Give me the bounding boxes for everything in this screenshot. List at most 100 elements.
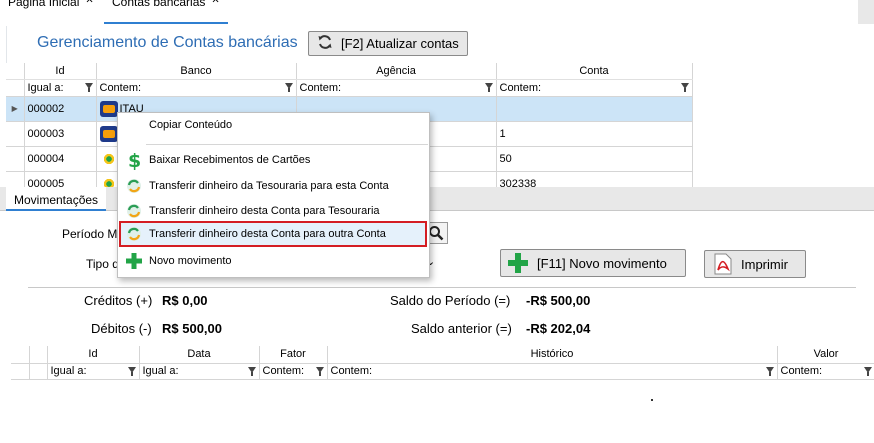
plus-icon [508,253,528,273]
row-indicator-filter [11,363,30,380]
menu-item-label: Baixar Recebimentos de Cartões [149,154,311,166]
page-title: Gerenciamento de Contas bancárias [37,34,298,51]
tab-pagina-inicial[interactable]: Página Inicial ✕ [0,0,98,24]
filter-cell-historico[interactable]: Contem: [327,363,778,380]
filter-cell-fator[interactable]: Contem: [259,363,328,380]
saldo-periodo-label: Saldo do Período (=) [390,293,511,308]
close-icon[interactable]: ✕ [211,0,219,6]
row-indicator-header [6,63,25,80]
column-header-banco[interactable]: Banco [96,63,297,80]
menu-item-novo-movimento[interactable]: Novo movimento [120,249,429,273]
filter-icon[interactable] [863,366,872,376]
filter-icon[interactable] [127,366,136,376]
filter-icon[interactable] [680,82,689,92]
cell-conta[interactable]: 50 [496,146,693,172]
dollar-icon: $ [125,150,143,170]
divider [28,287,856,288]
filter-icon[interactable] [84,82,93,92]
filter-icon[interactable] [484,82,493,92]
row-pointer-icon: ▶ [6,96,25,122]
transfer-icon [125,202,143,220]
column-header-fator[interactable]: Fator [259,346,328,364]
column-header-conta[interactable]: Conta [496,63,693,80]
row-indicator [6,146,25,172]
saldo-anterior-value: -R$ 202,04 [526,321,591,336]
menu-item-baixar-recebimentos[interactable]: $ Baixar Recebimentos de Cartões [120,148,429,172]
filter-icon[interactable] [284,82,293,92]
print-button[interactable]: Imprimir [704,250,806,278]
tab-label: Página Inicial [8,0,80,9]
filter-label: Contem: [99,81,142,94]
close-icon[interactable]: ✕ [85,0,93,6]
filter-cell-conta[interactable]: Contem: [496,79,693,97]
filter-label: Contem: [262,365,305,377]
filter-icon[interactable] [765,366,774,376]
menu-item-transferir-tesouraria-para-conta[interactable]: Transferir dinheiro da Tesouraria para e… [120,174,429,198]
column-header-id[interactable]: Id [24,63,97,80]
filter-icon[interactable] [247,366,256,376]
menu-item-label: Novo movimento [149,255,232,267]
filter-icon[interactable] [315,366,324,376]
saldo-periodo-value: -R$ 500,00 [526,293,591,308]
tipo-label: Tipo d [86,257,119,271]
column-header-valor[interactable]: Valor [777,346,874,364]
menu-item-label: Transferir dinheiro da Tesouraria para e… [149,180,389,192]
debitos-value: R$ 500,00 [162,321,222,336]
filter-label: Igual a: [50,365,87,377]
filter-label: Igual a: [27,81,64,94]
expand-filter [29,363,48,380]
filter-cell-valor[interactable]: Contem: [777,363,874,380]
column-header-data[interactable]: Data [139,346,260,364]
cell-conta[interactable]: 1 [496,121,693,147]
tab-label: Contas bancárias [112,0,206,9]
filter-label: Contem: [330,365,373,377]
filter-label: Contem: [499,81,542,94]
bank-logo-icon [99,100,118,117]
column-header-agencia[interactable]: Agência [296,63,497,80]
filter-cell-id[interactable]: Igual a: [24,79,97,97]
menu-item-copiar-conteudo[interactable]: Copiar Conteúdo [120,113,429,137]
menu-item-label: Copiar Conteúdo [149,119,233,131]
plus-icon [125,252,143,270]
filter-cell-agencia[interactable]: Contem: [296,79,497,97]
menu-separator [146,144,428,145]
stray-dot [651,399,653,401]
row-indicator [6,121,25,147]
context-menu: Copiar Conteúdo $ Baixar Recebimentos de… [117,112,430,278]
filter-label: Igual a: [142,365,179,377]
filter-cell-banco[interactable]: Contem: [96,79,297,97]
filter-cell-data[interactable]: Igual a: [139,363,260,380]
menu-item-transferir-conta-para-tesouraria[interactable]: Transferir dinheiro desta Conta para Tes… [120,199,429,223]
menu-item-label: Transferir dinheiro desta Conta para Tes… [149,205,380,217]
highlight-box [119,221,427,247]
movements-grid: Id Data Fator Histórico Valor Igual a: I… [11,346,874,380]
svg-text:$: $ [128,150,141,170]
row-indicator-filter [6,79,25,97]
creditos-value: R$ 0,00 [162,293,208,308]
filter-label: Contem: [299,81,342,94]
tab-contas-bancarias[interactable]: Contas bancárias ✕ [104,0,228,24]
refresh-accounts-button[interactable]: [F2] Atualizar contas [308,31,468,56]
bank-logo-icon [100,151,118,167]
filter-cell-id[interactable]: Igual a: [47,363,140,380]
saldo-anterior-label: Saldo anterior (=) [411,321,512,336]
cell-id[interactable]: 000003 [24,121,97,147]
transfer-icon [125,177,143,195]
periodo-label: Período M [62,227,118,241]
pdf-icon [714,253,732,275]
refresh-label: [F2] Atualizar contas [341,36,459,51]
column-header-id[interactable]: Id [47,346,140,364]
row-indicator-header [11,346,30,364]
tab-movimentacoes[interactable]: Movimentações [6,187,106,211]
filter-label: Contem: [780,365,823,377]
new-movement-button[interactable]: [F11] Novo movimento [500,249,686,277]
cell-id[interactable]: 000004 [24,146,97,172]
cell-id[interactable]: 000002 [24,96,97,122]
print-label: Imprimir [741,256,788,272]
new-movement-label: [F11] Novo movimento [537,255,667,271]
column-header-historico[interactable]: Histórico [327,346,778,364]
cell-conta[interactable] [496,96,693,122]
refresh-icon [317,34,333,53]
expand-header [29,346,48,364]
document-tabstrip: Página Inicial ✕ Contas bancárias ✕ [0,0,874,26]
